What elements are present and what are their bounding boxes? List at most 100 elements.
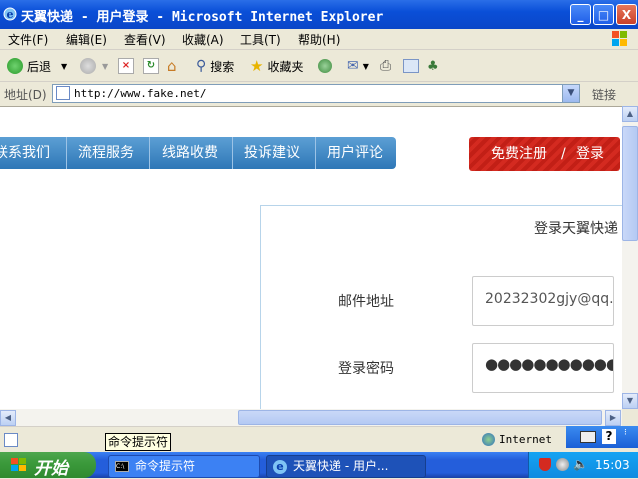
nav-complaints[interactable]: 投诉建议: [244, 137, 300, 169]
scroll-up-icon[interactable]: ▲: [622, 106, 638, 122]
start-button[interactable]: 开始: [0, 452, 96, 479]
register-login-box: 免费注册 / 登录: [469, 137, 620, 171]
network-icon[interactable]: [556, 458, 569, 471]
zone-label: Internet: [499, 433, 552, 446]
close-button[interactable]: X: [616, 4, 637, 25]
task-ie-window[interactable]: e 天翼快递 - 用户...: [266, 455, 426, 478]
ie-task-icon: e: [273, 460, 287, 474]
print-button[interactable]: ⎙: [380, 56, 391, 76]
menu-help[interactable]: 帮助(H): [298, 31, 340, 48]
security-shield-icon[interactable]: [539, 458, 551, 471]
favorites-button[interactable]: ★ 收藏夹: [250, 56, 303, 76]
menu-bar: 文件(F) 编辑(E) 查看(V) 收藏(A) 工具(T) 帮助(H): [0, 29, 638, 50]
edit-button[interactable]: [403, 56, 419, 76]
address-input[interactable]: http://www.fake.net/ ▼: [52, 84, 580, 103]
nav-contact-us[interactable]: 联系我们: [0, 137, 50, 169]
svg-text:e: e: [7, 8, 14, 21]
address-dropdown-icon[interactable]: ▼: [562, 85, 579, 102]
mail-icon: ✉: [347, 58, 359, 74]
nav-divider: [149, 137, 150, 169]
nav-divider: [315, 137, 316, 169]
menu-file[interactable]: 文件(F): [8, 31, 48, 48]
nav-user-reviews[interactable]: 用户评论: [327, 137, 383, 169]
vertical-scroll-thumb[interactable]: [622, 126, 638, 241]
address-url: http://www.fake.net/: [74, 87, 207, 100]
mail-dropdown-icon[interactable]: ▼: [363, 62, 369, 71]
home-icon: ⌂: [167, 57, 177, 75]
back-dropdown-icon[interactable]: ▼: [61, 62, 67, 71]
star-icon: ★: [250, 57, 264, 75]
nav-process-service[interactable]: 流程服务: [78, 137, 134, 169]
keyboard-icon[interactable]: [580, 431, 596, 443]
cmd-icon: C:\: [115, 461, 129, 472]
page-icon: [56, 86, 70, 100]
login-link[interactable]: 登录: [576, 137, 604, 171]
taskbar: 开始 C:\ 命令提示符 e 天翼快递 - 用户... 🔈 15:03: [0, 452, 638, 479]
printer-icon: ⎙: [380, 58, 392, 74]
nav-route-fees[interactable]: 线路收费: [162, 137, 218, 169]
search-button[interactable]: ⚲ 搜索: [196, 56, 234, 76]
forward-dropdown-icon[interactable]: ▼: [102, 62, 108, 71]
search-label: 搜索: [210, 59, 235, 74]
address-bar: 地址(D) http://www.fake.net/ ▼ 链接: [0, 82, 638, 106]
login-panel-title: 登录天翼快递: [534, 221, 618, 237]
scroll-right-icon[interactable]: ▶: [605, 410, 621, 426]
stop-button[interactable]: ×: [118, 56, 134, 76]
messenger-button[interactable]: ♣: [427, 56, 439, 76]
volume-icon[interactable]: 🔈: [573, 457, 588, 471]
home-button[interactable]: ⌂: [167, 56, 177, 76]
horizontal-scrollbar[interactable]: ◀ ▶: [0, 409, 622, 426]
clock[interactable]: 15:03: [595, 458, 630, 472]
scroll-down-icon[interactable]: ▼: [622, 393, 638, 409]
menu-favorites[interactable]: 收藏(A): [182, 31, 224, 48]
status-page-icon: [4, 433, 18, 447]
minimize-button[interactable]: _: [570, 4, 591, 25]
password-mask: ●●●●●●●●●●●: [485, 355, 614, 373]
task-label: 天翼快递 - 用户...: [293, 459, 389, 473]
standard-toolbar: 后退 ▼ ▼ × ↻ ⌂ ⚲ 搜索 ★ 收藏夹 ✉ ▼ ⎙ ♣: [0, 51, 638, 82]
email-label: 邮件地址: [338, 294, 394, 310]
register-link[interactable]: 免费注册: [491, 137, 547, 171]
vertical-scrollbar[interactable]: ▲ ▼: [622, 106, 638, 409]
menu-view[interactable]: 查看(V): [124, 31, 166, 48]
back-label: 后退: [27, 59, 52, 74]
language-bar[interactable]: ? ⁝: [566, 426, 638, 448]
password-label: 登录密码: [338, 361, 394, 377]
media-button[interactable]: [318, 56, 332, 76]
maximize-button[interactable]: □: [593, 4, 614, 25]
email-field[interactable]: 20232302gjy@qq.com: [472, 276, 614, 326]
edit-icon: [403, 59, 419, 73]
back-button[interactable]: 后退 ▼: [7, 56, 67, 76]
refresh-button[interactable]: ↻: [143, 56, 159, 76]
password-field[interactable]: ●●●●●●●●●●●: [472, 343, 614, 393]
mail-button[interactable]: ✉ ▼: [347, 56, 369, 76]
forward-arrow-icon: [80, 58, 96, 74]
nav-divider: [66, 137, 67, 169]
menu-edit[interactable]: 编辑(E): [66, 31, 107, 48]
task-command-prompt[interactable]: C:\ 命令提示符: [108, 455, 260, 478]
langbar-options-icon[interactable]: ⁝: [624, 428, 627, 438]
refresh-icon: ↻: [143, 58, 159, 74]
help-icon[interactable]: ?: [602, 429, 616, 444]
media-icon: [318, 59, 332, 73]
globe-icon: [482, 433, 495, 446]
scroll-left-icon[interactable]: ◀: [0, 410, 16, 426]
links-label[interactable]: 链接: [592, 86, 616, 103]
search-icon: ⚲: [196, 58, 207, 74]
address-label: 地址(D): [4, 88, 47, 102]
security-zone: Internet: [482, 433, 552, 446]
start-label: 开始: [34, 459, 68, 479]
email-value: 20232302gjy@qq.com: [485, 291, 614, 307]
page-viewport: 联系我们 流程服务 线路收费 投诉建议 用户评论 免费注册 / 登录 登录天翼快…: [0, 106, 622, 410]
window-title-bar[interactable]: e 天翼快递 - 用户登录 - Microsoft Internet Explo…: [0, 0, 638, 29]
back-arrow-icon: [7, 58, 23, 74]
nav-divider: [232, 137, 233, 169]
menu-tools[interactable]: 工具(T): [240, 31, 281, 48]
horizontal-scroll-thumb[interactable]: [238, 410, 602, 425]
stop-icon: ×: [118, 58, 134, 74]
scroll-corner: [622, 409, 638, 426]
system-tray: 🔈 15:03: [528, 452, 638, 478]
link-separator: /: [561, 146, 566, 162]
window-title: 天翼快递 - 用户登录 - Microsoft Internet Explore…: [21, 10, 384, 25]
forward-button[interactable]: ▼: [80, 56, 108, 76]
